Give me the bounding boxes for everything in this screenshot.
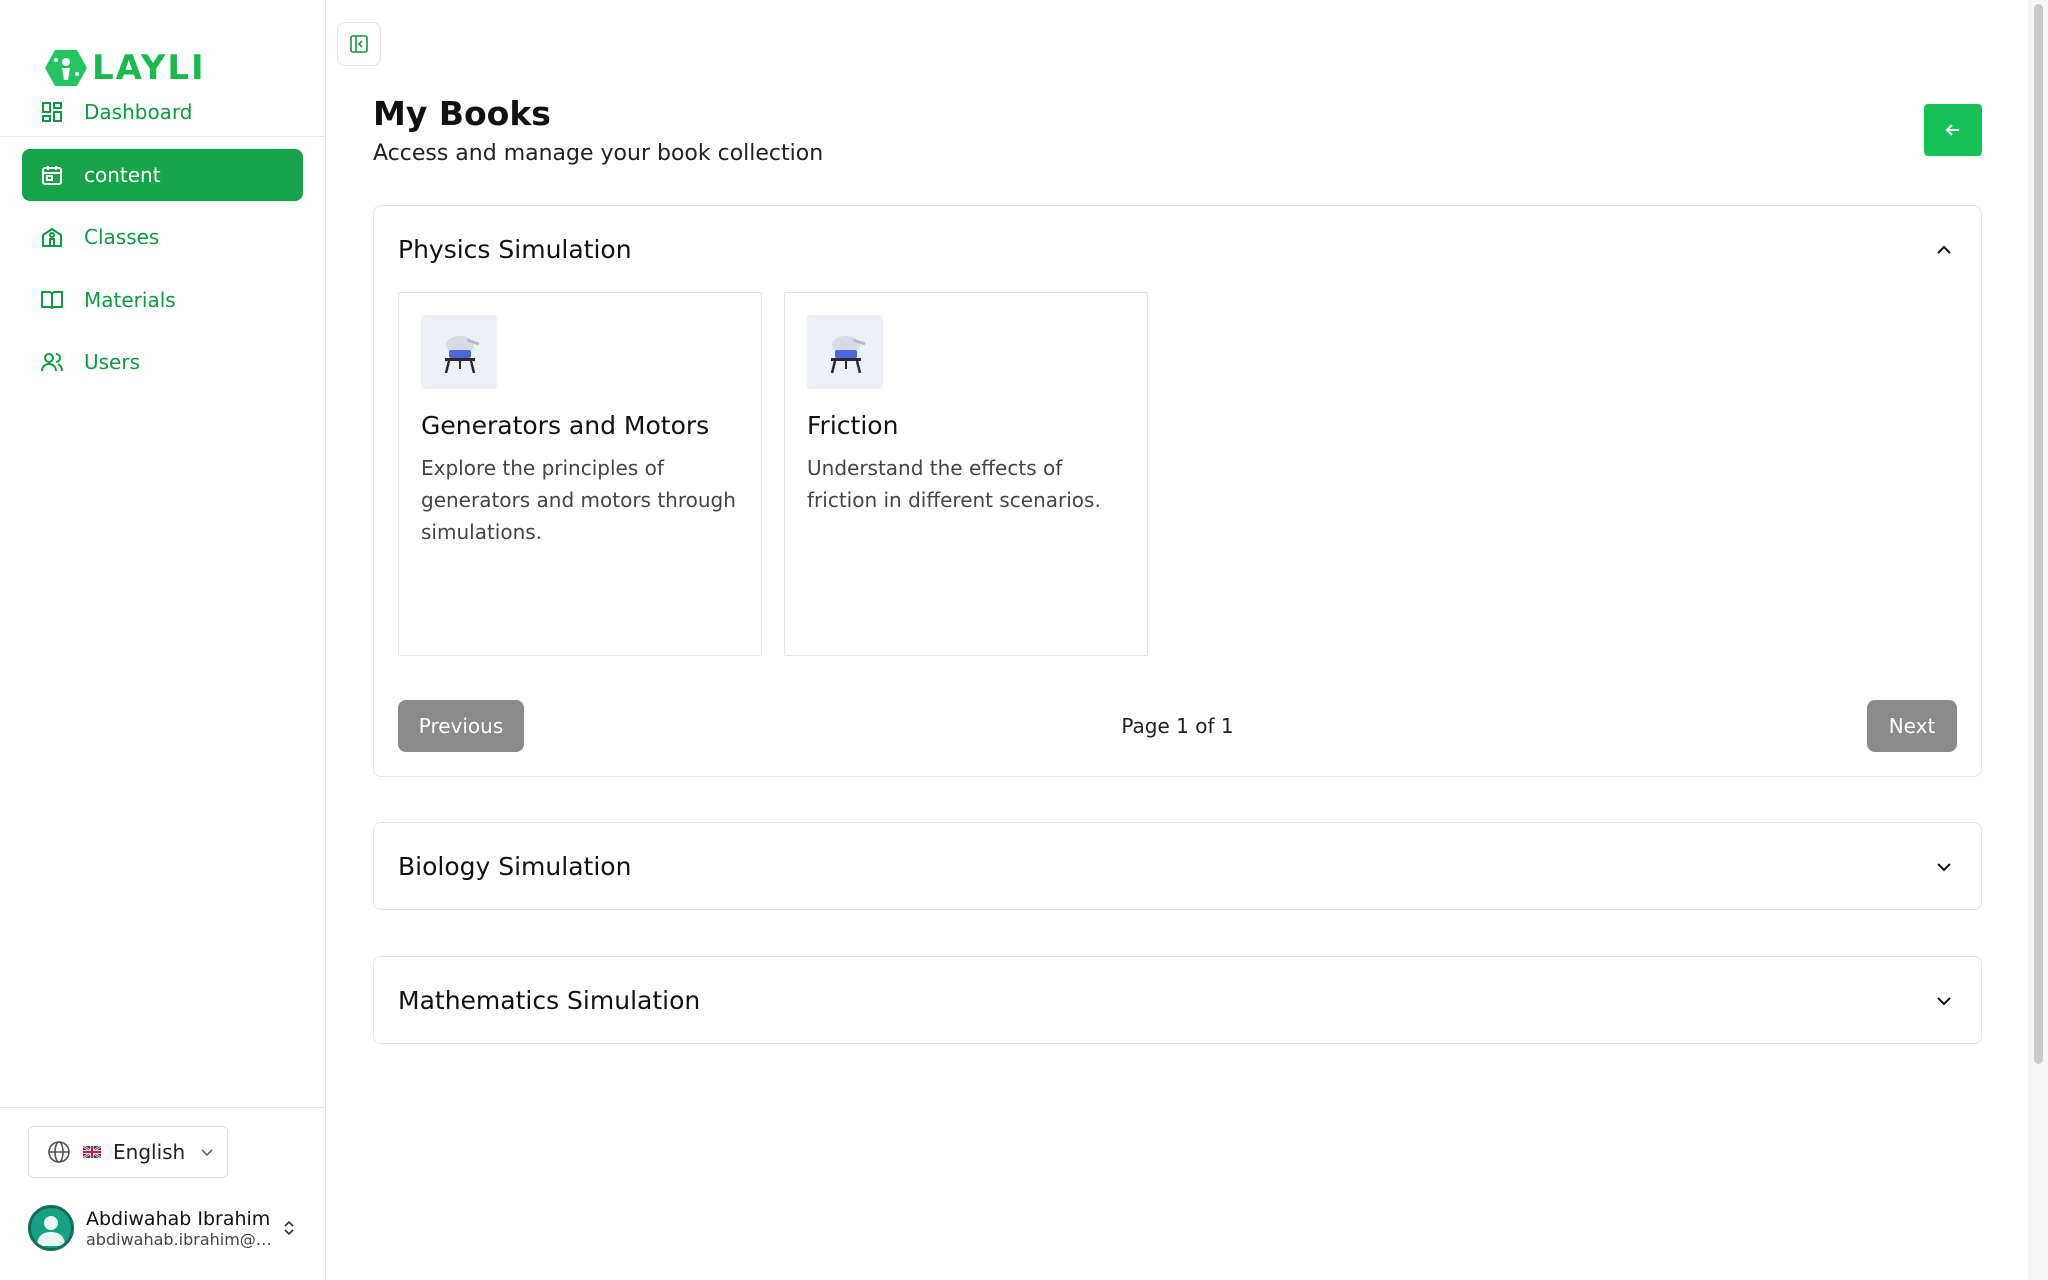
sidebar-item-label: Users [84, 350, 141, 374]
section-header[interactable]: Physics Simulation [374, 206, 1981, 292]
main-content: My Books Access and manage your book col… [327, 0, 2027, 1280]
page-title: My Books [373, 94, 551, 133]
sidebar-nav: Dashboard content Classes Materials User… [22, 86, 303, 399]
section-title: Physics Simulation [398, 234, 632, 264]
pagination: Previous Page 1 of 1 Next [398, 700, 1957, 752]
chevron-up-down-icon [284, 1220, 294, 1236]
user-email: abdiwahab.ibrahim@s... [86, 1229, 276, 1249]
avatar [28, 1205, 74, 1251]
user-profile[interactable]: Abdiwahab Ibrahim abdiwahab.ibrahim@s... [28, 1204, 298, 1252]
panel-left-icon [350, 35, 368, 53]
sidebar-item-classes[interactable]: Classes [22, 211, 303, 263]
book-card[interactable]: Friction Understand the effects of frict… [784, 292, 1148, 656]
sidebar-item-label: Dashboard [84, 100, 193, 124]
page-indicator: Page 1 of 1 [1121, 714, 1234, 738]
vertical-scrollbar[interactable] [2028, 0, 2048, 1280]
user-name: Abdiwahab Ibrahim [86, 1207, 271, 1230]
sidebar-toggle-button[interactable] [337, 22, 381, 66]
section-title: Mathematics Simulation [398, 985, 701, 1015]
school-building-icon [42, 227, 62, 247]
section-biology-simulation: Biology Simulation [373, 822, 1982, 910]
book-title: Generators and Motors [421, 411, 710, 440]
app-window: LAYLI Dashboard content Classes Material… [0, 0, 2048, 1280]
sidebar-item-users[interactable]: Users [22, 336, 303, 388]
section-physics-simulation: Physics Simulation Generators and Motors… [373, 205, 1982, 777]
back-button[interactable] [1924, 104, 1982, 156]
section-header[interactable]: Mathematics Simulation [374, 957, 1981, 1043]
arrow-left-icon [1945, 124, 1959, 136]
content-calendar-icon [42, 165, 62, 185]
chevron-up-icon [1937, 245, 1951, 254]
sidebar-item-label: Materials [84, 287, 176, 312]
lab-burner-icon [830, 336, 866, 374]
chevron-down-icon [201, 1149, 213, 1157]
brand-name: LAYLI [92, 48, 206, 88]
globe-icon [48, 1141, 70, 1163]
sidebar: LAYLI Dashboard content Classes Material… [0, 0, 326, 1280]
sidebar-item-label: content [84, 162, 161, 187]
next-button[interactable]: Next [1867, 700, 1957, 752]
sidebar-item-label: Classes [84, 225, 160, 249]
users-icon [41, 353, 63, 372]
lab-burner-icon [444, 336, 480, 374]
sidebar-item-content[interactable]: content [22, 148, 303, 201]
book-title: Friction [807, 411, 899, 440]
book-cards: Generators and Motors Explore the princi… [398, 292, 1148, 656]
sidebar-item-materials[interactable]: Materials [22, 274, 303, 326]
user-avatar-icon [37, 1216, 65, 1246]
dashboard-grid-icon [42, 102, 62, 122]
page-subtitle: Access and manage your book collection [373, 141, 824, 166]
section-title: Biology Simulation [398, 851, 632, 881]
book-description: Explore the principles of generators and… [421, 456, 736, 544]
layli-logo-icon [45, 50, 87, 86]
chevron-down-icon [1937, 997, 1951, 1006]
user-info: Abdiwahab Ibrahim abdiwahab.ibrahim@s... [86, 1208, 276, 1249]
uk-flag-icon [83, 1146, 101, 1158]
book-thumbnail [807, 315, 883, 389]
sidebar-item-dashboard[interactable]: Dashboard [22, 86, 303, 138]
book-description: Understand the effects of friction in di… [807, 456, 1101, 512]
open-book-icon [41, 290, 63, 309]
language-selector[interactable]: English [28, 1126, 228, 1178]
section-mathematics-simulation: Mathematics Simulation [373, 956, 1982, 1044]
book-thumbnail [421, 315, 497, 389]
book-card[interactable]: Generators and Motors Explore the princi… [398, 292, 762, 656]
chevron-down-icon [1937, 863, 1951, 872]
scrollbar-thumb[interactable] [2034, 4, 2043, 1064]
sidebar-footer: English Abdiwahab Ibrahim abdiwahab.ibra… [0, 1107, 326, 1280]
language-label: English [113, 1140, 186, 1164]
section-header[interactable]: Biology Simulation [374, 823, 1981, 909]
